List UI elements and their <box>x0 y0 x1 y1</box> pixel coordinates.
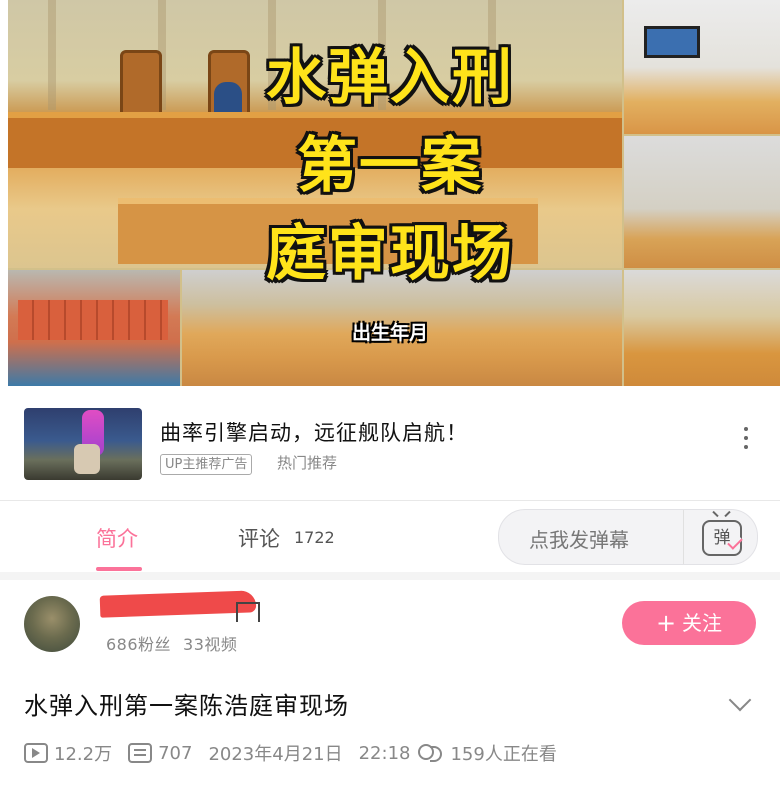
danmaku-count: 707 <box>158 742 193 764</box>
tab-intro[interactable]: 简介 <box>96 523 138 553</box>
follow-button[interactable]: + 关注 <box>622 601 756 645</box>
uploader-videos: 33视频 <box>183 635 238 654</box>
uploader-avatar[interactable] <box>24 596 80 652</box>
danmaku-placeholder[interactable]: 点我发弹幕 <box>529 524 629 553</box>
redacted-uploader-name-tail <box>236 602 260 622</box>
redacted-uploader-name <box>99 590 257 618</box>
danmaku-input[interactable]: 点我发弹幕 弹 <box>498 509 758 565</box>
tab-comments[interactable]: 评论 <box>238 523 280 553</box>
danmaku-count-icon <box>128 743 153 763</box>
overlay-title-line: 水弹入刑 <box>266 43 514 113</box>
video-title: 水弹入刑第一案陈浩庭审现场 <box>24 692 349 720</box>
video-subtitle: 出生年月 <box>351 322 428 344</box>
ad-tag-badge: UP主推荐广告 <box>160 454 253 475</box>
ad-banner[interactable]: 曲率引擎启动，远征舰队启航！ UP主推荐广告 热门推荐 <box>0 388 780 498</box>
publish-time: 22:18 <box>358 742 411 764</box>
uploader-stats: 686粉丝 33视频 <box>106 631 249 655</box>
watching-count: 159人正在看 <box>450 744 557 765</box>
play-count-icon <box>24 743 48 763</box>
view-count: 12.2万 <box>54 744 113 765</box>
ad-thumbnail[interactable] <box>24 408 142 480</box>
overlay-title-line: 第一案 <box>297 131 483 201</box>
comments-count[interactable]: 1722 <box>294 528 335 547</box>
more-vertical-icon[interactable] <box>734 418 758 458</box>
publish-date: 2023年4月21日 <box>208 744 343 765</box>
video-meta: 12.2万 707 2023年4月21日 22:18 159人正在看 <box>24 741 557 765</box>
tab-bar: 简介 评论 1722 点我发弹幕 弹 <box>0 500 780 573</box>
uploader-followers: 686粉丝 <box>106 635 172 654</box>
video-overlay-title: 水弹入刑 第一案 庭审现场 <box>0 34 780 298</box>
ad-subtitle: 热门推荐 <box>277 454 338 472</box>
section-divider <box>0 572 780 580</box>
active-tab-indicator <box>96 567 142 571</box>
chevron-down-icon[interactable] <box>728 688 752 712</box>
plus-icon: + <box>655 609 677 637</box>
watching-icon <box>418 744 444 762</box>
ad-title[interactable]: 曲率引擎启动，远征舰队启航！ <box>160 417 468 447</box>
video-player[interactable]: 水弹入刑 第一案 庭审现场 出生年月 <box>0 0 780 388</box>
follow-label: 关注 <box>682 611 723 635</box>
overlay-title-line: 庭审现场 <box>266 219 514 289</box>
danmaku-toggle-button[interactable]: 弹 <box>683 510 758 564</box>
